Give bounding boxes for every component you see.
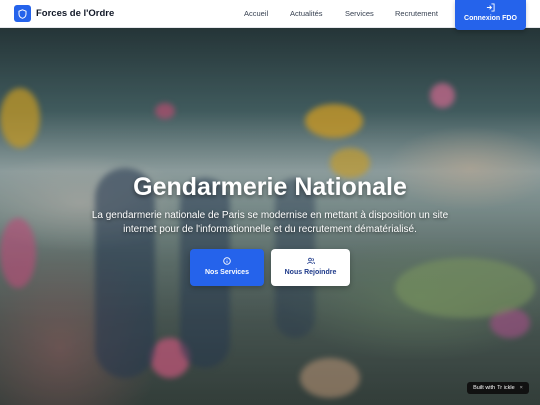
- services-button-label: Nos Services: [205, 269, 249, 276]
- login-button-label: Connexion FDO: [464, 15, 517, 22]
- nav-link-accueil[interactable]: Accueil: [244, 9, 268, 18]
- badge-brand: Tr ickle: [497, 385, 515, 391]
- built-with-badge[interactable]: Built with Tr ickle ×: [467, 382, 529, 394]
- login-icon: [486, 3, 495, 12]
- info-icon: [223, 257, 231, 265]
- users-icon: [306, 257, 315, 265]
- badge-text: Built with: [473, 385, 496, 391]
- login-button[interactable]: Connexion FDO: [455, 0, 526, 30]
- navbar: Forces de l'Ordre Accueil Actualités Ser…: [0, 0, 540, 30]
- nav-link-services[interactable]: Services: [345, 9, 374, 18]
- brand-name[interactable]: Forces de l'Ordre: [36, 8, 114, 19]
- shield-icon[interactable]: [14, 5, 31, 22]
- nav-link-recrutement[interactable]: Recrutement: [395, 9, 438, 18]
- badge-close-icon[interactable]: ×: [520, 385, 523, 391]
- nav-link-actualites[interactable]: Actualités: [290, 9, 323, 18]
- join-button[interactable]: Nous Rejoindre: [271, 249, 350, 286]
- join-button-label: Nous Rejoindre: [284, 269, 337, 276]
- hero-subtitle: La gendarmerie nationale de Paris se mod…: [91, 210, 449, 235]
- services-button[interactable]: Nos Services: [190, 249, 264, 286]
- hero-title: Gendarmerie Nationale: [133, 173, 407, 201]
